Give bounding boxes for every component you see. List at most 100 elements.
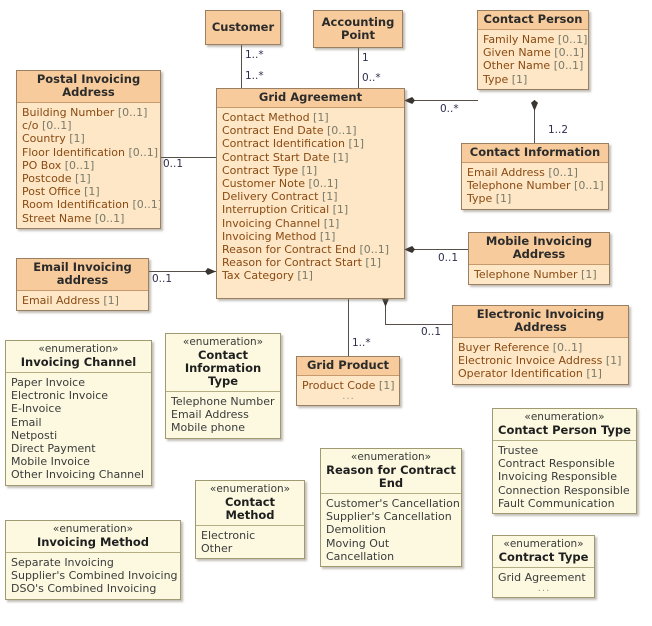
enum-title-contact-person-type: Contact Person Type bbox=[498, 423, 631, 437]
attribute-row: Contract Start Date [1] bbox=[222, 151, 400, 164]
attribute-row: Given Name [0..1] bbox=[483, 46, 584, 59]
attribute-multiplicity: [0..1] bbox=[64, 158, 95, 172]
enum-literal: Paper Invoice bbox=[11, 376, 85, 389]
multiplicity-grid-agreement-electronic: 0..1 bbox=[421, 326, 442, 338]
attribute-label: Family Name bbox=[483, 33, 558, 46]
enum-literal: Electronic Invoice bbox=[11, 389, 109, 403]
class-box-mobile-invoicing-address[interactable]: Mobile Invoicing Address Telephone Numbe… bbox=[468, 232, 610, 286]
attribute-label: Email Address bbox=[467, 166, 549, 179]
attribute-row: c/o [0..1] bbox=[22, 119, 156, 132]
attribute-row: Other Name [0..1] bbox=[483, 59, 584, 72]
enum-box-invoicing-method[interactable]: «enumeration» Invoicing Method Separate … bbox=[5, 520, 181, 600]
attribute-multiplicity: [1] bbox=[332, 203, 349, 217]
enum-title-invoicing-channel: Invoicing Channel bbox=[20, 355, 137, 369]
enum-box-reason-for-contract-end[interactable]: «enumeration» Reason for Contract End Cu… bbox=[320, 448, 462, 568]
attribute-row: Floor Identification [0..1] bbox=[22, 145, 158, 159]
enum-literal: Supplier's Cancellation bbox=[326, 510, 452, 524]
multiplicity-postal-grid-agreement: 0..1 bbox=[163, 158, 184, 170]
class-title-customer: Customer bbox=[206, 11, 280, 44]
enum-box-contact-method[interactable]: «enumeration» Contact Method Electronic O… bbox=[195, 480, 305, 560]
multiplicity-grid-agreement-grid-product: 1..* bbox=[352, 337, 371, 349]
multiplicity-email-grid-agreement: 0..1 bbox=[152, 273, 173, 285]
attribute-multiplicity: [0..1] bbox=[132, 198, 161, 212]
enum-literal: Contract Responsible bbox=[498, 457, 615, 471]
multiplicity-grid-agreement-mobile: 0..1 bbox=[438, 252, 459, 264]
attribute-label: Building Number bbox=[22, 106, 118, 119]
enum-literal: Fault Communication bbox=[498, 496, 615, 510]
enum-literal: Mobile Invoice bbox=[11, 455, 90, 469]
enum-literal: Cancellation bbox=[326, 549, 395, 563]
attribute-label: Other Name bbox=[483, 59, 554, 73]
enum-box-contract-type[interactable]: «enumeration» Contract Type Grid Agreeme… bbox=[492, 535, 595, 599]
enum-literal: Telephone Number bbox=[171, 395, 275, 408]
attribute-row: Family Name [0..1] bbox=[483, 33, 587, 46]
attribute-row: Contract Identification [1] bbox=[222, 137, 400, 150]
attribute-row: Operator Identification [1] bbox=[458, 367, 624, 380]
connector-customer-grid-agreement bbox=[241, 45, 242, 88]
aggregation-diamond-contact-information bbox=[531, 100, 538, 111]
attribute-list-grid-product: Product Code [1]... bbox=[297, 376, 399, 406]
attribute-multiplicity: [1] bbox=[297, 269, 313, 283]
attribute-row: Contact Method [1] bbox=[222, 111, 400, 124]
attribute-list-grid-agreement: Contact Method [1] Contract End Date [0..… bbox=[217, 108, 404, 298]
multiplicity-accounting-point-bottom: 0..* bbox=[362, 72, 381, 84]
class-box-accounting-point[interactable]: Accounting Point bbox=[313, 10, 403, 48]
connector-grid-agreement-contact-person bbox=[404, 100, 478, 101]
class-box-grid-product[interactable]: Grid Product Product Code [1]... bbox=[296, 356, 400, 407]
class-box-contact-information[interactable]: Contact Information Email Address [0..1]… bbox=[461, 143, 609, 210]
connector-accounting-point-grid-agreement bbox=[358, 48, 359, 88]
class-box-grid-agreement[interactable]: Grid Agreement Contact Method [1] Contrac… bbox=[216, 88, 405, 299]
class-title-grid-product: Grid Product bbox=[297, 357, 399, 376]
enum-box-invoicing-channel[interactable]: «enumeration» Invoicing Channel Paper In… bbox=[5, 340, 152, 486]
enum-literal: Electronic bbox=[201, 529, 256, 542]
class-box-electronic-invoicing-address[interactable]: Electronic Invoicing Address Buyer Refer… bbox=[452, 305, 629, 385]
attribute-multiplicity: [1] bbox=[348, 137, 365, 151]
attribute-multiplicity: [0..1] bbox=[359, 243, 390, 257]
attribute-multiplicity: [1] bbox=[323, 216, 340, 230]
enum-box-contact-information-type[interactable]: «enumeration» Contact Information Type T… bbox=[165, 333, 281, 439]
attribute-label: Product Code bbox=[302, 379, 379, 392]
attribute-label: Interruption Critical bbox=[222, 203, 333, 217]
attribute-label: Tax Category bbox=[222, 269, 298, 283]
attribute-multiplicity: [1] bbox=[69, 132, 85, 146]
attribute-label: Given Name bbox=[483, 46, 555, 60]
class-box-contact-person[interactable]: Contact Person Family Name [0..1] Given N… bbox=[477, 10, 589, 90]
literal-list-invoicing-method: Separate Invoicing Supplier's Combined In… bbox=[6, 553, 180, 599]
attribute-multiplicity: [1] bbox=[332, 150, 349, 164]
attribute-multiplicity: [0..1] bbox=[574, 179, 604, 193]
attribute-label: PO Box bbox=[22, 158, 65, 172]
attribute-multiplicity: [1] bbox=[378, 379, 395, 392]
class-title-grid-agreement: Grid Agreement bbox=[217, 89, 404, 108]
uml-diagram-canvas: 1..* 1..* 1 0..* 0..1 0..1 0..* 1..2 0..… bbox=[0, 0, 652, 626]
enum-title-reason-for-contract-end: Reason for Contract End bbox=[326, 463, 456, 490]
attribute-label: Customer Note bbox=[222, 177, 309, 191]
attribute-row: PO Box [0..1] bbox=[22, 159, 156, 172]
attribute-label: Telephone Number bbox=[474, 268, 582, 281]
enum-literal: Email bbox=[11, 415, 42, 429]
enum-literal: Direct Payment bbox=[11, 442, 96, 456]
attribute-label: Operator Identification bbox=[458, 367, 587, 381]
attribute-list-electronic-invoicing-address: Buyer Reference [0..1] Electronic Invoice… bbox=[453, 338, 628, 384]
attribute-list-email-invoicing-address: Email Address [1] bbox=[17, 291, 148, 311]
literal-list-contact-person-type: Trustee Contract Responsible Invoicing Res… bbox=[493, 441, 636, 514]
enum-literal: Other Invoicing Channel bbox=[11, 468, 144, 482]
enum-literal: Demolition bbox=[326, 523, 386, 537]
attribute-row: Telephone Number [1] bbox=[474, 268, 605, 281]
ellipsis-marker: ... bbox=[537, 583, 551, 595]
enum-header-contract-type: «enumeration» Contract Type bbox=[493, 536, 594, 568]
attribute-multiplicity: [0..1] bbox=[548, 166, 578, 179]
class-title-electronic-invoicing-address: Electronic Invoicing Address bbox=[453, 306, 628, 338]
attribute-label: Postcode bbox=[22, 172, 76, 186]
attribute-multiplicity: [1] bbox=[301, 163, 318, 177]
class-box-customer[interactable]: Customer bbox=[205, 10, 281, 45]
enum-header-contact-information-type: «enumeration» Contact Information Type bbox=[166, 334, 280, 392]
enum-box-contact-person-type[interactable]: «enumeration» Contact Person Type Truste… bbox=[492, 408, 637, 515]
enum-literal: Connection Responsible bbox=[498, 483, 630, 497]
class-box-email-invoicing-address[interactable]: Email Invoicing address Email Address [1… bbox=[16, 258, 149, 312]
attribute-row: Email Address [1] bbox=[22, 294, 144, 307]
attribute-multiplicity: [1] bbox=[319, 229, 336, 243]
class-box-postal-invoicing-address[interactable]: Postal Invoicing Address Building Number… bbox=[16, 70, 161, 229]
multiplicity-grid-agreement-contact-person: 0..* bbox=[440, 103, 459, 115]
attribute-multiplicity: [0..1] bbox=[308, 177, 339, 191]
attribute-label: Floor Identification bbox=[22, 145, 129, 159]
